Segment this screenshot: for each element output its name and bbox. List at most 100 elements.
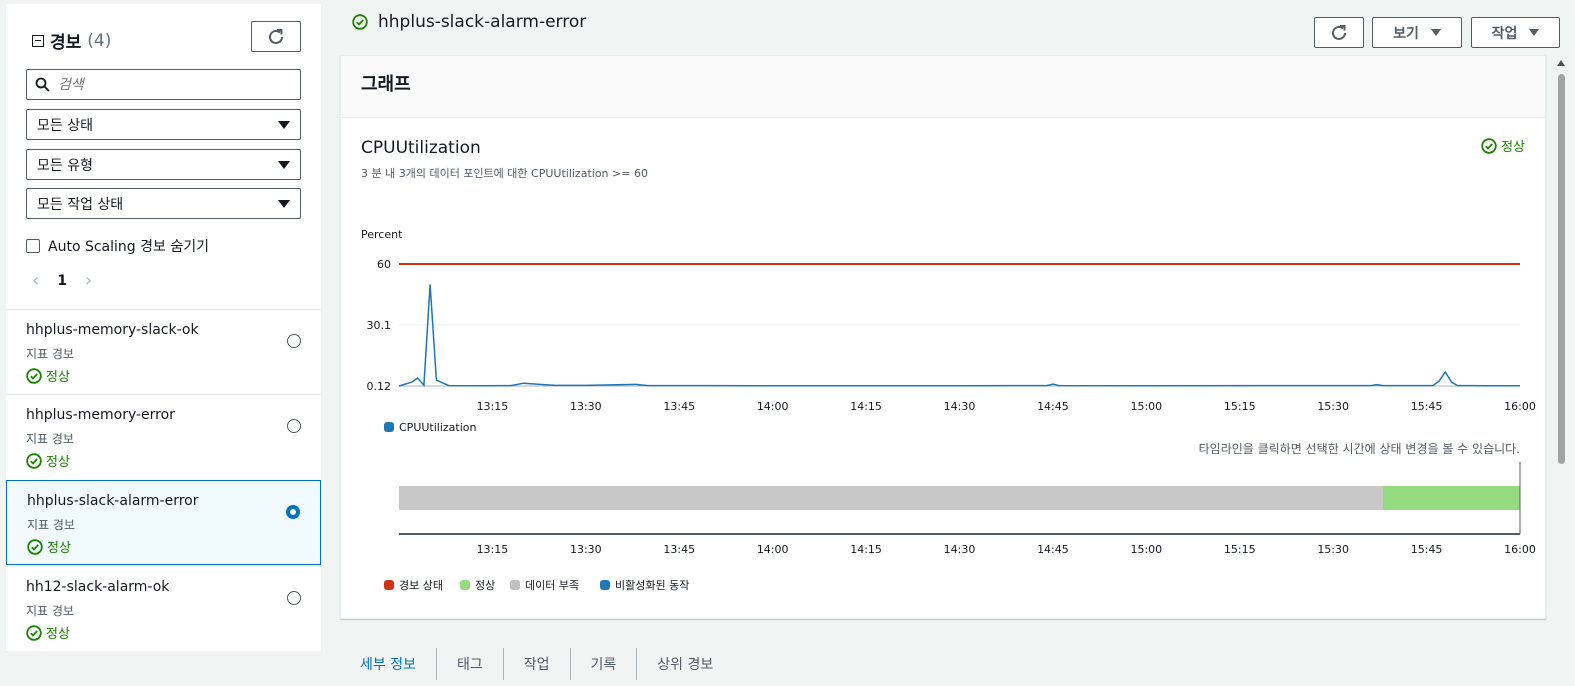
- timeline-legend-swatch: [510, 580, 520, 590]
- caret-down-icon: [278, 199, 290, 208]
- alarm-item-name: hhplus-memory-error: [26, 407, 175, 423]
- sidebar-refresh-button[interactable]: [251, 21, 301, 52]
- state-filter-select[interactable]: 모든 상태: [26, 109, 301, 140]
- timeline-legend-label: 비활성화된 동작: [615, 578, 689, 592]
- timeline-tick-label: 14:00: [757, 543, 789, 556]
- alarm-item-status: 정상: [26, 451, 70, 470]
- alarm-select-radio[interactable]: [287, 591, 301, 605]
- metric-title: CPUUtilization: [361, 138, 481, 158]
- collapse-icon[interactable]: [32, 34, 44, 47]
- alarm-list-title: 경보: [50, 33, 82, 53]
- alarm-item-name: hhplus-slack-alarm-error: [27, 493, 199, 509]
- alarm-select-radio[interactable]: [287, 419, 301, 433]
- timeline-segment: [399, 486, 1383, 510]
- check-circle-icon: [26, 367, 42, 384]
- y-axis-label: Percent: [361, 228, 403, 241]
- hide-autoscaling-checkbox[interactable]: [26, 239, 40, 253]
- scrollbar-thumb[interactable]: [1558, 74, 1565, 464]
- page-scrollbar[interactable]: [1556, 60, 1566, 686]
- hide-autoscaling-toggle[interactable]: Auto Scaling 경보 숨기기: [26, 236, 209, 256]
- pagination: ‹ 1 ›: [32, 270, 92, 291]
- chevron-left-icon[interactable]: ‹: [32, 270, 39, 291]
- x-tick-label: 13:15: [477, 400, 509, 413]
- timeline-tick-label: 13:30: [570, 543, 602, 556]
- tab-tags[interactable]: 태그: [437, 648, 504, 680]
- alarm-item-name: hhplus-memory-slack-ok: [26, 322, 199, 338]
- tab-actions[interactable]: 작업: [504, 648, 571, 680]
- action-state-filter-select[interactable]: 모든 작업 상태: [26, 188, 301, 219]
- alarm-list-item-selected[interactable]: hhplus-slack-alarm-error 지표 경보 정상: [6, 480, 321, 565]
- caret-down-icon: [278, 120, 290, 129]
- alarm-detail-name: hhplus-slack-alarm-error: [378, 12, 587, 32]
- alarm-list-item[interactable]: hhplus-memory-error 지표 경보 정상: [6, 394, 321, 479]
- timeline-legend-swatch: [460, 580, 470, 590]
- graph-status: 정상: [1481, 136, 1525, 155]
- alarm-item-status-text: 정상: [46, 370, 70, 385]
- timeline-legend-label: 정상: [475, 579, 495, 592]
- caret-down-icon: [278, 160, 290, 169]
- timeline-tick-label: 15:45: [1411, 543, 1443, 556]
- alarm-item-status: 정상: [27, 537, 71, 556]
- timeline-tick-label: 15:00: [1130, 543, 1162, 556]
- tab-parent-alarms[interactable]: 상위 경보: [637, 648, 733, 680]
- alarm-select-radio[interactable]: [287, 334, 301, 348]
- x-tick-label: 16:00: [1504, 400, 1536, 413]
- current-page[interactable]: 1: [57, 273, 67, 289]
- timeline-tick-label: 14:15: [850, 543, 882, 556]
- timeline-tick-label: 13:15: [477, 543, 509, 556]
- timeline-segment: [1382, 486, 1520, 510]
- refresh-button[interactable]: [1314, 17, 1364, 48]
- refresh-icon: [269, 28, 283, 44]
- alarm-item-status: 정상: [26, 623, 70, 642]
- type-filter-select[interactable]: 모든 유형: [26, 149, 301, 180]
- tab-history[interactable]: 기록: [571, 648, 638, 680]
- alarm-item-type: 지표 경보: [26, 604, 74, 618]
- timeline-tick-label: 14:45: [1037, 543, 1069, 556]
- action-state-filter-value: 모든 작업 상태: [37, 196, 124, 213]
- search-box[interactable]: [26, 69, 301, 100]
- alarm-item-status-text: 정상: [46, 627, 70, 642]
- check-circle-icon: [26, 624, 42, 641]
- alarm-select-radio[interactable]: [286, 505, 300, 519]
- view-dropdown-button[interactable]: 보기: [1372, 17, 1462, 48]
- actions-dropdown-button[interactable]: 작업: [1471, 17, 1560, 48]
- caret-down-icon: [1529, 29, 1540, 36]
- alarm-list-item[interactable]: hhplus-memory-slack-ok 지표 경보 정상: [6, 309, 321, 394]
- x-tick-label: 13:45: [663, 400, 695, 413]
- alarm-item-status: 정상: [26, 366, 70, 385]
- x-tick-label: 15:45: [1411, 400, 1443, 413]
- scroll-up-arrow-icon[interactable]: [1557, 60, 1565, 66]
- x-tick-label: 14:45: [1037, 400, 1069, 413]
- timeline-legend-swatch: [600, 580, 610, 590]
- search-input[interactable]: [58, 76, 278, 93]
- cpu-utilization-line: [398, 284, 1520, 388]
- type-filter-value: 모든 유형: [37, 157, 93, 174]
- x-tick-label: 14:15: [850, 400, 882, 413]
- alarm-list-item[interactable]: hh12-slack-alarm-ok 지표 경보 정상: [6, 566, 321, 651]
- refresh-icon: [1332, 24, 1346, 40]
- timeline-tick-label: 15:30: [1317, 543, 1349, 556]
- timeline-tick-label: 13:45: [663, 543, 695, 556]
- hide-autoscaling-label: Auto Scaling 경보 숨기기: [48, 239, 209, 255]
- tab-details[interactable]: 세부 정보: [340, 648, 437, 680]
- x-tick-label: 14:30: [944, 400, 976, 413]
- timeline-tick-label: 16:00: [1504, 543, 1536, 556]
- graph-panel: 그래프 CPUUtilization 3 분 내 3개의 데이터 포인트에 대한…: [340, 55, 1546, 619]
- check-circle-icon: [1481, 137, 1497, 154]
- y-tick-label: 30.1: [367, 319, 392, 332]
- cpu-utilization-chart[interactable]: Percent 60 30.1 0.12 13:15 13:30 13:45 14:00 14:…: [341, 226, 1545, 616]
- x-tick-label: 15:15: [1224, 400, 1256, 413]
- alarm-item-type: 지표 경보: [26, 432, 74, 446]
- chevron-right-icon[interactable]: ›: [85, 270, 92, 291]
- timeline-tick-label: 15:15: [1224, 543, 1256, 556]
- alarm-list-header: 경보 (4): [32, 28, 111, 53]
- alarm-count: (4): [87, 30, 112, 51]
- timeline-tick-label: 14:30: [944, 543, 976, 556]
- timeline-legend-label: 경보 상태: [399, 579, 443, 592]
- alarm-item-type: 지표 경보: [26, 347, 74, 361]
- graph-status-text: 정상: [1501, 140, 1525, 155]
- check-circle-icon: [352, 14, 368, 30]
- state-filter-value: 모든 상태: [37, 117, 93, 134]
- alarm-item-name: hh12-slack-alarm-ok: [26, 579, 170, 595]
- view-button-label: 보기: [1393, 25, 1419, 42]
